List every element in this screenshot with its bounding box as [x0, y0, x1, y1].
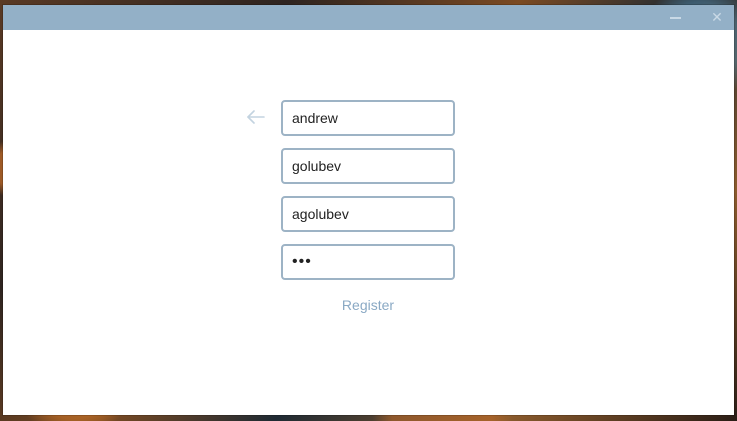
last-name-field[interactable] [281, 148, 455, 184]
register-link[interactable]: Register [281, 297, 455, 313]
username-field[interactable] [281, 196, 455, 232]
password-field[interactable] [281, 244, 455, 280]
minimize-icon [669, 17, 681, 19]
close-icon: ✕ [711, 9, 723, 26]
register-form: Register [3, 30, 734, 415]
titlebar[interactable]: ✕ [3, 5, 734, 30]
arrow-left-icon [247, 110, 265, 124]
minimize-button[interactable] [662, 5, 688, 30]
desktop-background: ✕ Register [0, 0, 737, 421]
back-button[interactable] [244, 105, 268, 129]
first-name-field[interactable] [281, 100, 455, 136]
app-window: ✕ Register [3, 5, 734, 415]
close-button[interactable]: ✕ [704, 5, 730, 30]
